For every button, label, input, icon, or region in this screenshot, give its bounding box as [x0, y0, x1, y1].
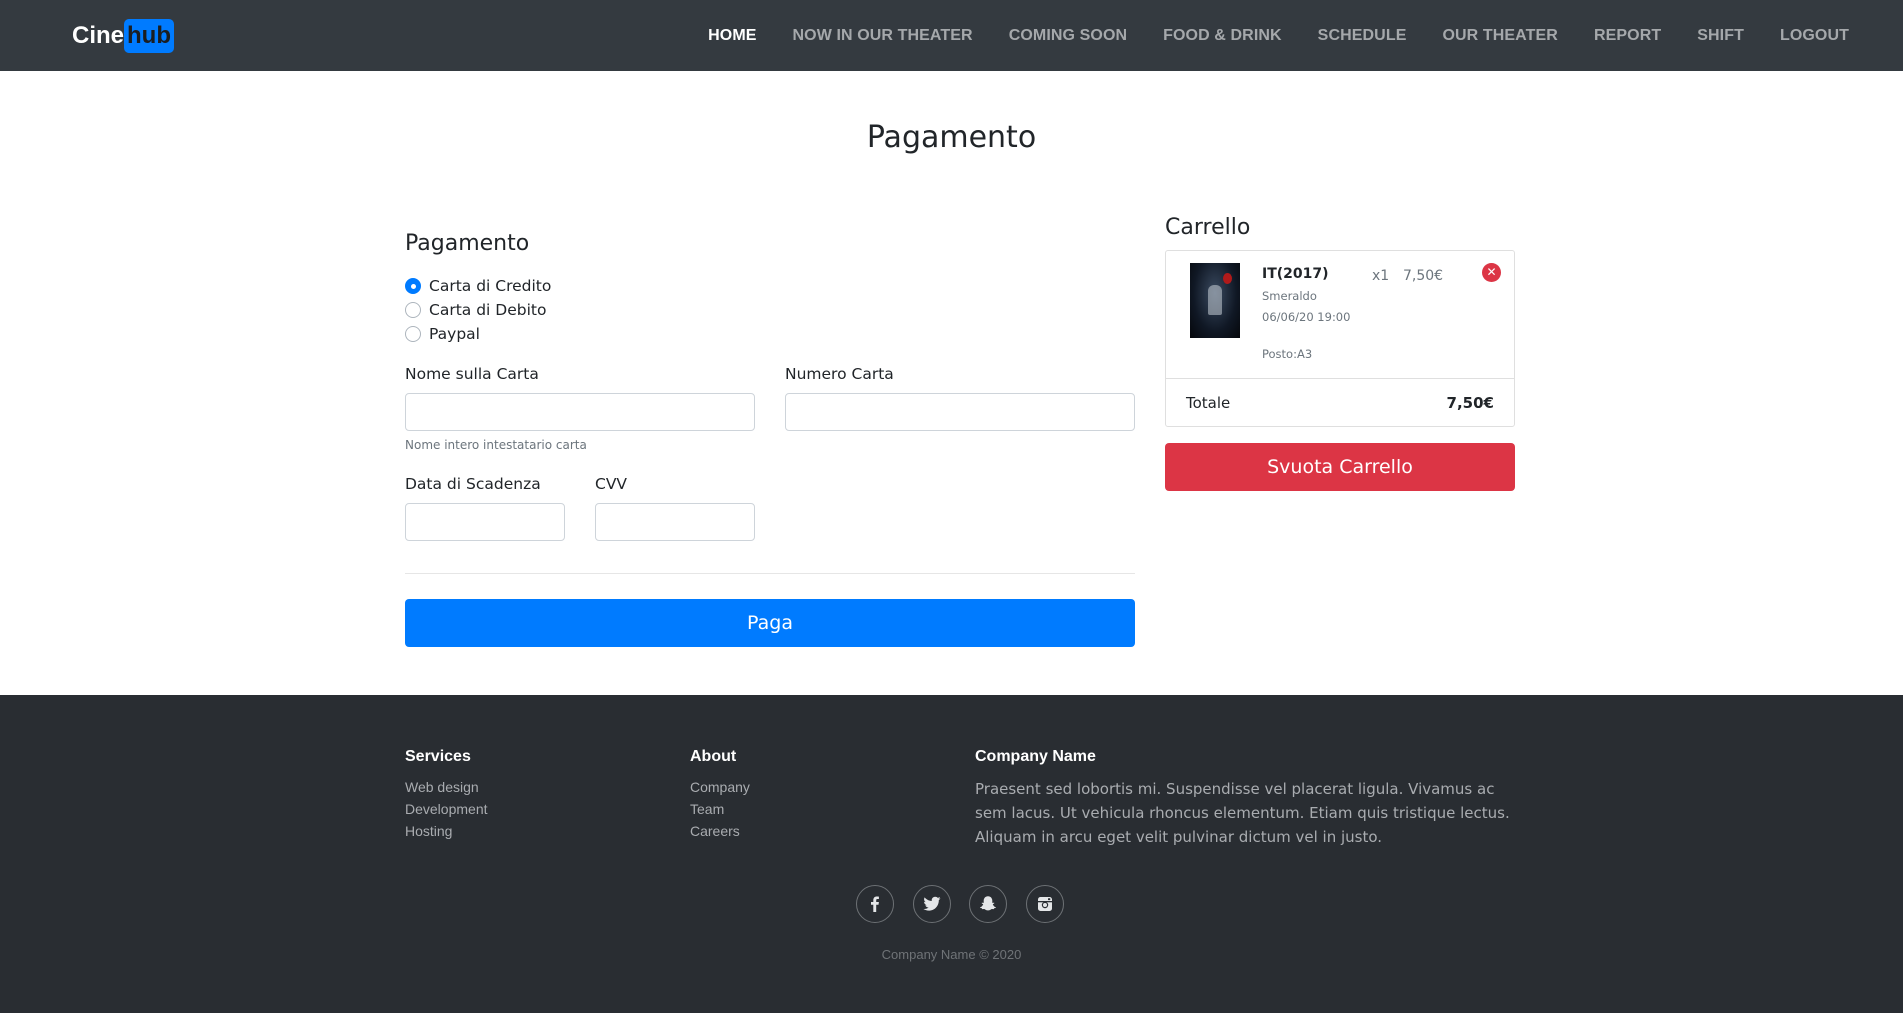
- radio-button[interactable]: [405, 326, 421, 342]
- footer-link-hosting[interactable]: Hosting: [405, 823, 452, 839]
- movie-poster-image: [1190, 263, 1240, 338]
- cart-item-seat: Posto:A3: [1262, 347, 1313, 361]
- cart-box: IT(2017) Smeraldo 06/06/20 19:00 Posto:A…: [1165, 250, 1515, 427]
- cart-heading: Carrello: [1165, 215, 1251, 240]
- cvv-label: CVV: [595, 475, 628, 493]
- expiry-label: Data di Scadenza: [405, 475, 541, 493]
- nav-link-logout[interactable]: LOGOUT: [1780, 27, 1849, 45]
- nav-link-home[interactable]: HOME: [708, 27, 756, 45]
- radio-button-checked[interactable]: [405, 278, 421, 294]
- brand-text-cine: Cine: [72, 22, 125, 49]
- navbar: Cine hub HOME NOW IN OUR THEATER COMING S…: [0, 0, 1903, 71]
- radio-label: Carta di Debito: [429, 301, 547, 319]
- radio-credit-card[interactable]: Carta di Credito: [405, 277, 551, 295]
- card-name-input[interactable]: [405, 393, 755, 431]
- total-value: 7,50€: [1446, 394, 1494, 412]
- radio-label: Paypal: [429, 325, 480, 343]
- footer-company-text: Praesent sed lobortis mi. Suspendisse ve…: [975, 780, 1510, 846]
- footer-link-web-design[interactable]: Web design: [405, 779, 479, 795]
- brand-text-hub: hub: [124, 19, 174, 53]
- brand-logo[interactable]: Cine hub: [72, 19, 174, 53]
- cart-item-quantity: x1: [1372, 268, 1390, 284]
- expiry-input[interactable]: [405, 503, 565, 541]
- copyright-text: Company Name © 2020: [881, 947, 1022, 962]
- card-name-label: Nome sulla Carta: [405, 365, 539, 383]
- footer-company-heading: Company Name: [975, 748, 1096, 765]
- form-divider: [405, 573, 1135, 574]
- card-name-help: Nome intero intestatario carta: [405, 438, 587, 452]
- nav-link-now-in-our-theater[interactable]: NOW IN OUR THEATER: [793, 27, 973, 45]
- empty-cart-button[interactable]: Svuota Carrello: [1165, 443, 1515, 491]
- footer-link-development[interactable]: Development: [405, 801, 488, 817]
- footer-about-heading: About: [690, 748, 737, 765]
- cvv-input[interactable]: [595, 503, 755, 541]
- cart-separator: [1166, 378, 1514, 379]
- payment-heading: Pagamento: [405, 231, 530, 256]
- nav-links: HOME NOW IN OUR THEATER COMING SOON FOOD…: [672, 0, 1849, 71]
- radio-paypal[interactable]: Paypal: [405, 325, 480, 343]
- footer-link-company[interactable]: Company: [690, 779, 750, 795]
- cart-item-price: 7,50€: [1403, 268, 1444, 284]
- radio-label: Carta di Credito: [429, 277, 552, 295]
- card-number-label: Numero Carta: [785, 365, 894, 383]
- nav-link-report[interactable]: REPORT: [1594, 27, 1661, 45]
- snapchat-icon[interactable]: [969, 885, 1007, 923]
- close-icon[interactable]: ✕: [1482, 263, 1501, 282]
- page-title: Pagamento: [866, 120, 1037, 155]
- twitter-icon[interactable]: [913, 885, 951, 923]
- nav-link-food-drink[interactable]: FOOD & DRINK: [1163, 27, 1282, 45]
- footer-link-careers[interactable]: Careers: [690, 823, 740, 839]
- cart-item-theater: Smeraldo: [1262, 289, 1317, 303]
- card-number-input[interactable]: [785, 393, 1135, 431]
- footer: Services Web design Development Hosting …: [0, 695, 1903, 1013]
- nav-link-schedule[interactable]: SCHEDULE: [1318, 27, 1407, 45]
- footer-services-heading: Services: [405, 748, 471, 765]
- cart-item-datetime: 06/06/20 19:00: [1262, 310, 1351, 324]
- nav-link-coming-soon[interactable]: COMING SOON: [1009, 27, 1127, 45]
- cart-item-title: IT(2017): [1262, 266, 1329, 282]
- total-label: Totale: [1186, 394, 1231, 412]
- nav-link-shift[interactable]: SHIFT: [1697, 27, 1744, 45]
- radio-debit-card[interactable]: Carta di Debito: [405, 301, 546, 319]
- instagram-icon[interactable]: [1026, 885, 1064, 923]
- nav-link-our-theater[interactable]: OUR THEATER: [1442, 27, 1557, 45]
- facebook-icon[interactable]: [856, 885, 894, 923]
- poster-balloon: [1223, 273, 1232, 284]
- footer-link-team[interactable]: Team: [690, 801, 724, 817]
- pay-button[interactable]: Paga: [405, 599, 1135, 647]
- poster-figure: [1208, 285, 1222, 315]
- radio-button[interactable]: [405, 302, 421, 318]
